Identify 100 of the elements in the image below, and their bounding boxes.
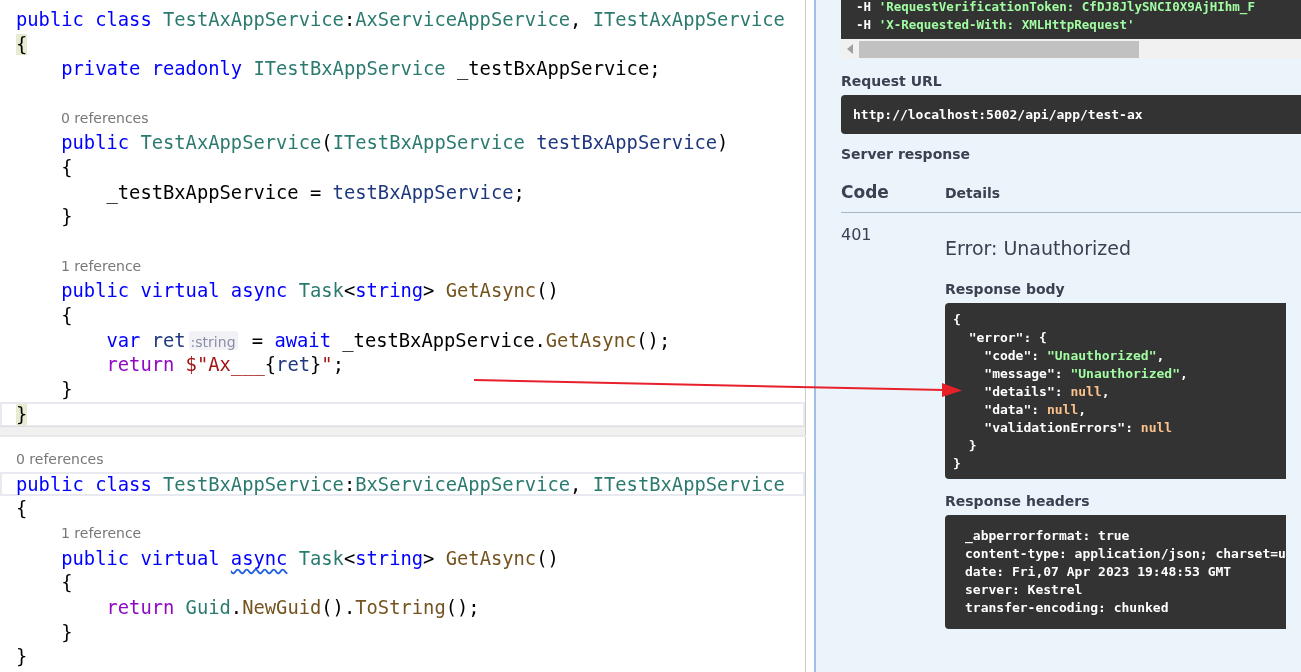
- scroll-thumb[interactable]: [859, 40, 1139, 58]
- code-token: async: [230, 547, 288, 569]
- code-lens[interactable]: 0 references: [61, 110, 149, 127]
- header-line: content-type: application/json; charset=u: [965, 545, 1286, 563]
- code-token: var: [105, 329, 142, 351]
- code-token: }: [60, 206, 73, 228]
- code-token: testBxAppService: [535, 132, 718, 154]
- scrollbar[interactable]: [841, 39, 1301, 59]
- code-token: (): [536, 547, 559, 569]
- code-token: ITestBxAppService: [253, 58, 446, 80]
- code-token: <: [343, 547, 356, 569]
- code-token: string: [355, 547, 424, 569]
- code-token: GetAsync: [445, 280, 537, 302]
- code-token: >: [423, 547, 436, 569]
- code-token: ": [321, 354, 333, 376]
- code-token: private readonly: [60, 58, 244, 80]
- header-line: date: Fri,07 Apr 2023 19:48:53 GMT: [965, 563, 1233, 581]
- code-token: {: [60, 156, 73, 178]
- error-title: Error: Unauthorized: [945, 237, 1132, 259]
- code-token: GetAsync: [445, 547, 537, 569]
- code-token: testBxAppService: [332, 181, 514, 203]
- code-lens[interactable]: 1 reference: [61, 525, 142, 542]
- header-line: transfer-encoding: chunked: [965, 599, 1170, 617]
- curl-line: -H 'X-Requested-With: XMLHttpRequest': [855, 16, 1136, 34]
- code-token: {: [60, 572, 73, 594]
- code-token: Guid: [185, 596, 231, 618]
- code-token: public class: [16, 8, 153, 30]
- code-token: =: [250, 329, 265, 351]
- section-label: Server response: [841, 146, 972, 162]
- code-token: public virtual async: [60, 280, 289, 302]
- code-token: (: [321, 132, 333, 154]
- code-token: _testBxAppService.: [342, 329, 546, 351]
- code-token: ();: [636, 329, 671, 351]
- code-token: :: [343, 8, 356, 30]
- json-line: }: [967, 437, 978, 455]
- code-token: }: [60, 379, 73, 401]
- code-token: Task: [297, 547, 344, 569]
- code-token: {: [16, 498, 28, 520]
- code-token: _testBxAppService;: [456, 58, 661, 80]
- code-token: TestBxAppService: [163, 473, 344, 495]
- code-token: }: [16, 403, 28, 425]
- code-token: BxServiceAppService: [355, 473, 571, 495]
- code-token: }: [16, 646, 28, 668]
- code-token: NewGuid: [242, 596, 322, 618]
- code-token: {: [16, 33, 28, 55]
- column-header: Details: [945, 185, 1001, 201]
- left-arrow-icon[interactable]: [847, 44, 853, 54]
- code-lens[interactable]: 1 reference: [61, 258, 142, 275]
- code-token: }: [60, 621, 73, 643]
- header-line: server: Kestrel: [965, 581, 1084, 599]
- code-token: ): [717, 132, 729, 154]
- scrollbar[interactable]: [0, 426, 805, 435]
- code-token: GetAsync: [545, 329, 637, 351]
- code-token: await: [274, 329, 332, 351]
- json-line: "validationErrors": null: [983, 419, 1174, 437]
- json-line: "code": "Unauthorized",: [983, 347, 1166, 365]
- code-token: ;: [332, 354, 344, 376]
- section-label: Response headers: [945, 493, 1091, 509]
- code-token: ret: [151, 329, 186, 351]
- code-editor[interactable]: [0, 0, 806, 435]
- code-token: ret: [276, 354, 310, 376]
- code-token: return: [105, 596, 176, 618]
- json-line: }: [953, 455, 962, 473]
- code-token: ITestBxAppService: [592, 473, 785, 495]
- code-token: ITestAxAppService: [592, 8, 785, 30]
- code-token: (): [536, 280, 559, 302]
- code-token: Task: [298, 280, 344, 302]
- json-line: "error": {: [967, 329, 1048, 347]
- column-header: Code: [841, 182, 890, 202]
- code-token: AxServiceAppService: [355, 8, 571, 30]
- code-token: public virtual: [60, 547, 221, 569]
- request-url: http://localhost:5002/api/app/test-ax: [841, 95, 1301, 134]
- code-token: >: [423, 280, 436, 302]
- code-token: return: [105, 354, 176, 376]
- code-token: <: [343, 280, 356, 302]
- header-line: _abperrorformat: true: [965, 527, 1131, 545]
- json-line: "details": null,: [983, 383, 1111, 401]
- code-lens[interactable]: 0 references: [16, 451, 104, 468]
- code-token: _testBxAppService =: [105, 181, 323, 203]
- code-token: $"Ax___: [185, 354, 265, 376]
- code-token: :: [343, 473, 356, 495]
- code-token: ToString: [355, 596, 446, 618]
- section-label: Request URL: [841, 73, 943, 89]
- code-editor[interactable]: 0 references public class TestBxAppService:BxServiceAppService, ITestBxAppService { 1 reference public virtual async Task<string> GetAsync() { return Guid.NewGuid().ToString(); } }: [0, 437, 806, 672]
- code-token: {: [264, 354, 277, 376]
- code-token: ;: [513, 181, 525, 203]
- code-token: ,: [570, 8, 583, 30]
- curl-line: -H 'RequestVerificationToken: CfDJ8JlySNCI0X9AjHIhm_F: [855, 0, 1256, 16]
- code-token: public: [60, 132, 131, 154]
- code-token: {: [60, 305, 73, 327]
- inlay-hint: :string: [188, 330, 238, 350]
- code-token: ().: [321, 596, 356, 618]
- code-token: ITestBxAppService: [332, 132, 525, 154]
- code-token: .: [230, 596, 243, 618]
- code-token: }: [310, 354, 322, 376]
- json-line: {: [953, 311, 962, 329]
- code-token: ();: [445, 596, 480, 618]
- status-code: 401: [841, 225, 873, 246]
- json-line: "data": null,: [983, 401, 1088, 419]
- code-token: string: [355, 280, 424, 302]
